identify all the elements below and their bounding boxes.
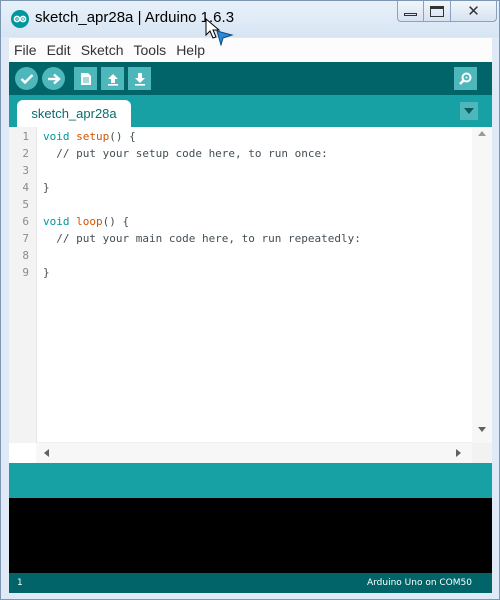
serial-monitor-button[interactable] [454, 67, 477, 90]
line-number-gutter: 1 2 3 4 5 6 7 8 9 [9, 127, 37, 443]
line-number: 7 [22, 232, 29, 245]
scrollbar-corner [472, 443, 492, 463]
chevron-down-icon [464, 107, 474, 114]
code-line: } [43, 266, 50, 279]
menu-bar: File Edit Sketch Tools Help [9, 38, 492, 63]
line-number: 2 [22, 147, 29, 160]
menu-sketch[interactable]: Sketch [76, 42, 129, 58]
code-text-area[interactable]: void setup() { // put your setup code he… [43, 127, 471, 443]
scroll-up-icon [478, 131, 486, 136]
status-line-number: 1 [17, 578, 23, 588]
menu-edit[interactable]: Edit [42, 42, 76, 58]
line-number: 4 [22, 181, 29, 194]
minimize-button[interactable] [397, 1, 424, 22]
tab-bar: sketch_apr28a [9, 95, 492, 127]
tab-sketch[interactable]: sketch_apr28a [17, 100, 131, 127]
magnifier-icon [459, 72, 472, 85]
maximize-icon [430, 5, 444, 17]
upload-button[interactable] [42, 67, 65, 90]
function-name: setup [76, 130, 110, 143]
arduino-logo-icon [11, 10, 29, 28]
code-editor[interactable]: 1 2 3 4 5 6 7 8 9 void setup() { // put … [9, 127, 492, 463]
tab-menu-button[interactable] [460, 102, 478, 120]
save-sketch-button[interactable] [128, 67, 151, 90]
line-number: 6 [22, 215, 29, 228]
title-bar[interactable]: sketch_apr28a | Arduino 1.6.3 ✕ [1, 1, 499, 37]
save-icon [134, 72, 145, 86]
line-number: 5 [22, 198, 29, 211]
line-number: 9 [22, 266, 29, 279]
code-comment: // put your main code here, to run repea… [43, 232, 361, 245]
horizontal-scrollbar[interactable] [36, 442, 472, 463]
function-name: loop [76, 215, 103, 228]
code-line: void setup() { [43, 128, 136, 145]
mouse-pointer-icon [204, 17, 234, 50]
new-sketch-button[interactable] [74, 67, 97, 90]
scroll-arrows-horizontal [44, 449, 461, 457]
new-icon [80, 72, 91, 85]
code-line: void loop() { [43, 213, 129, 230]
line-number: 1 [22, 130, 29, 143]
upload-icon [47, 73, 61, 84]
code-comment: // put your setup code here, to run once… [43, 147, 328, 160]
line-number: 3 [22, 164, 29, 177]
close-button[interactable]: ✕ [451, 1, 497, 22]
toolbar [9, 62, 492, 95]
close-icon: ✕ [467, 1, 480, 20]
open-icon [107, 73, 118, 86]
code-text: () { [109, 130, 136, 143]
code-line: } [43, 181, 50, 194]
window-controls: ✕ [397, 1, 497, 23]
scroll-left-icon [44, 449, 49, 457]
status-board-port: Arduino Uno on COM50 [366, 578, 472, 588]
keyword-type: void [43, 130, 70, 143]
vertical-scrollbar[interactable] [472, 127, 492, 443]
status-bar: 1 Arduino Uno on COM50 [9, 573, 492, 593]
message-bar [9, 463, 492, 498]
minimize-icon [404, 12, 417, 16]
arduino-ide-window: sketch_apr28a | Arduino 1.6.3 ✕ File Edi… [0, 0, 500, 600]
maximize-button[interactable] [424, 1, 451, 22]
code-text: () { [102, 215, 130, 228]
verify-icon [20, 73, 33, 84]
open-sketch-button[interactable] [101, 67, 124, 90]
verify-button[interactable] [15, 67, 38, 90]
line-number: 8 [22, 249, 29, 262]
menu-file[interactable]: File [9, 42, 42, 58]
menu-tools[interactable]: Tools [129, 42, 172, 58]
scroll-down-icon [478, 427, 486, 432]
keyword-type: void [43, 215, 70, 228]
scroll-arrows-vertical [478, 131, 486, 432]
scroll-right-icon [456, 449, 461, 457]
console-output[interactable] [9, 498, 492, 573]
